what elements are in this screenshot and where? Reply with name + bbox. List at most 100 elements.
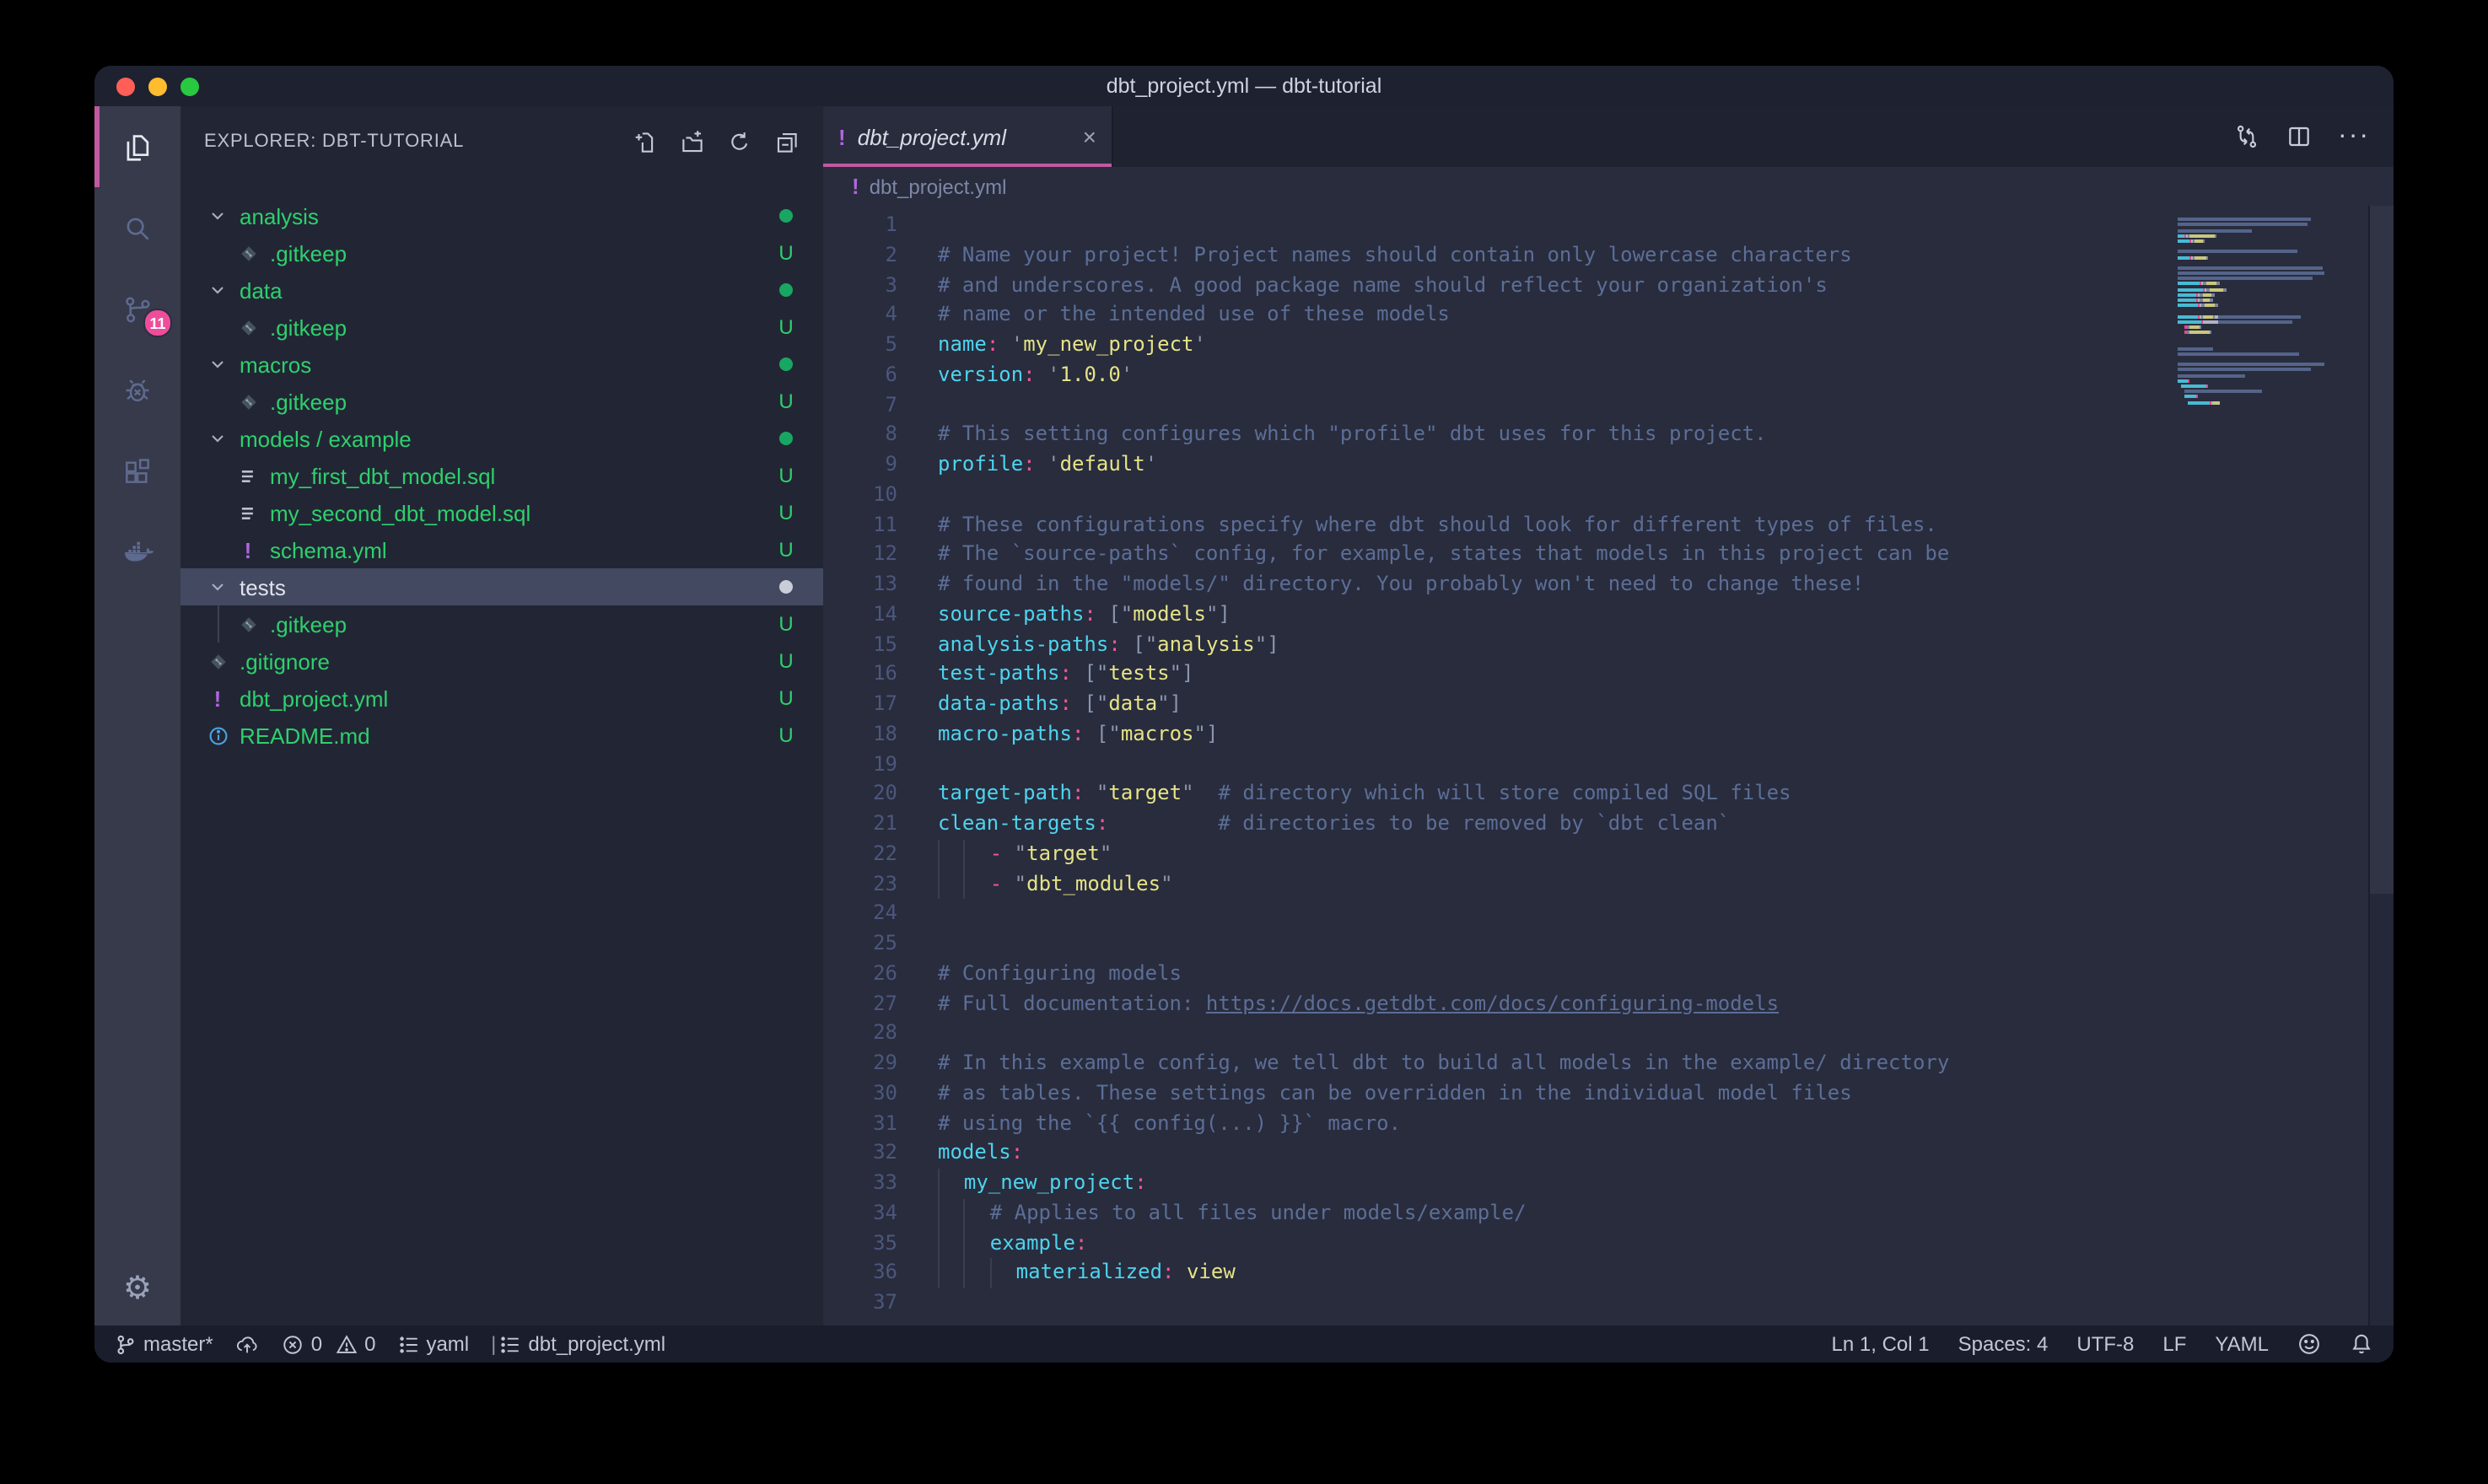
- cursor-position-item[interactable]: Ln 1, Col 1: [1832, 1332, 1930, 1356]
- line-number: 1: [823, 211, 897, 241]
- collapse-all-button[interactable]: [774, 129, 800, 154]
- code-line[interactable]: 12# The `source-paths` config, for examp…: [823, 540, 2174, 571]
- linter-file-item[interactable]: dbt_project.yml: [499, 1332, 665, 1356]
- tree-item-models-example[interactable]: models / example: [180, 420, 823, 457]
- tree-item--gitkeep[interactable]: .gitkeepU: [180, 234, 823, 272]
- tree-item-analysis[interactable]: analysis: [180, 197, 823, 234]
- encoding-item[interactable]: UTF-8: [2076, 1332, 2134, 1356]
- source-control-activity-button[interactable]: 11: [94, 268, 180, 349]
- breadcrumb[interactable]: ! dbt_project.yml: [823, 167, 2394, 206]
- code-line[interactable]: 19: [823, 750, 2174, 780]
- tree-item-dbt-project-yml[interactable]: !dbt_project.ymlU: [180, 680, 823, 717]
- file-tree: analysis.gitkeepUdata.gitkeepUmacros.git…: [180, 197, 823, 754]
- code-line[interactable]: 30# as tables. These settings can be ove…: [823, 1079, 2174, 1110]
- line-number: 29: [823, 1049, 897, 1079]
- code-line[interactable]: 18macro-paths: ["macros"]: [823, 720, 2174, 750]
- tab-close-icon[interactable]: ×: [1083, 125, 1096, 148]
- minimize-window-button[interactable]: [148, 77, 167, 95]
- run-debug-activity-button[interactable]: [94, 349, 180, 430]
- code-line[interactable]: 36materialized: view: [823, 1259, 2174, 1289]
- code-line[interactable]: 4# name or the intended use of these mod…: [823, 301, 2174, 331]
- list-icon: [499, 1333, 521, 1355]
- notifications-bell-icon[interactable]: [2350, 1332, 2373, 1356]
- sync-changes-item[interactable]: [235, 1331, 261, 1357]
- code-line[interactable]: 3# and underscores. A good package name …: [823, 271, 2174, 301]
- minimap[interactable]: [2178, 212, 2367, 411]
- code-line[interactable]: 21clean-targets: # directories to be rem…: [823, 809, 2174, 840]
- search-activity-button[interactable]: [94, 187, 180, 268]
- tree-item-data[interactable]: data: [180, 272, 823, 309]
- problems-item[interactable]: 0 0: [283, 1332, 376, 1356]
- code-editor[interactable]: 12# Name your project! Project names sho…: [823, 206, 2394, 1325]
- code-line[interactable]: 8# This setting configures which "profil…: [823, 421, 2174, 451]
- branch-icon: [115, 1333, 137, 1355]
- tree-item--gitignore[interactable]: .gitignoreU: [180, 643, 823, 680]
- code-line[interactable]: 17data-paths: ["data"]: [823, 690, 2174, 720]
- docker-activity-button[interactable]: [94, 511, 180, 592]
- code-line[interactable]: 15analysis-paths: ["analysis"]: [823, 630, 2174, 660]
- code-line[interactable]: 29# In this example config, we tell dbt …: [823, 1049, 2174, 1079]
- git-status-badge: U: [778, 612, 794, 636]
- tree-item-macros[interactable]: macros: [180, 346, 823, 383]
- close-window-button[interactable]: [116, 77, 135, 95]
- code-line[interactable]: 14source-paths: ["models"]: [823, 600, 2174, 631]
- code-line[interactable]: 24: [823, 900, 2174, 930]
- tree-item-label: my_first_dbt_model.sql: [270, 463, 767, 488]
- code-line[interactable]: 23- "dbt_modules": [823, 869, 2174, 900]
- zoom-window-button[interactable]: [180, 77, 199, 95]
- code-line[interactable]: 1: [823, 211, 2174, 241]
- code-line[interactable]: 28: [823, 1019, 2174, 1050]
- more-actions-button[interactable]: ···: [2338, 121, 2370, 152]
- feedback-smiley-icon[interactable]: [2297, 1332, 2321, 1356]
- tree-item--gitkeep[interactable]: .gitkeepU: [180, 383, 823, 420]
- code-line[interactable]: 7: [823, 390, 2174, 421]
- tree-item-label: tests: [240, 574, 767, 600]
- errors-icon: [283, 1333, 304, 1355]
- open-changes-button[interactable]: [2233, 123, 2260, 150]
- code-line[interactable]: 10: [823, 481, 2174, 511]
- code-line[interactable]: 35example:: [823, 1229, 2174, 1259]
- scrollbar-slider[interactable]: [2370, 206, 2394, 894]
- git-branch-item[interactable]: master*: [115, 1332, 213, 1356]
- code-line[interactable]: 6version: '1.0.0': [823, 361, 2174, 391]
- indentation-item[interactable]: Spaces: 4: [1958, 1332, 2049, 1356]
- tree-item--gitkeep[interactable]: .gitkeepU: [180, 605, 823, 643]
- code-line[interactable]: 11# These configurations specify where d…: [823, 510, 2174, 540]
- tree-item-readme-md[interactable]: README.mdU: [180, 717, 823, 754]
- code-line[interactable]: 32models:: [823, 1139, 2174, 1169]
- linter-yaml-item[interactable]: yaml: [397, 1332, 469, 1356]
- code-line[interactable]: 13# found in the "models/" directory. Yo…: [823, 570, 2174, 600]
- refresh-icon[interactable]: [727, 129, 752, 154]
- code-line[interactable]: 37: [823, 1288, 2174, 1319]
- language-mode-item[interactable]: YAML: [2215, 1332, 2269, 1356]
- tree-item-my-second-dbt-model-sql[interactable]: my_second_dbt_model.sqlU: [180, 494, 823, 531]
- code-line[interactable]: 5name: 'my_new_project': [823, 331, 2174, 361]
- tree-item-tests[interactable]: tests: [180, 568, 823, 605]
- tree-item-schema-yml[interactable]: !schema.ymlU: [180, 531, 823, 568]
- tab-dbt-project-yml[interactable]: ! dbt_project.yml ×: [823, 106, 1113, 167]
- code-line[interactable]: 9profile: 'default': [823, 450, 2174, 481]
- code-line[interactable]: 31# using the `{{ config(...) }}` macro.: [823, 1109, 2174, 1139]
- code-line[interactable]: 27# Full documentation: https://docs.get…: [823, 989, 2174, 1019]
- code-line[interactable]: 16test-paths: ["tests"]: [823, 660, 2174, 691]
- new-file-button[interactable]: [633, 129, 658, 154]
- editor-scrollbar[interactable]: [2368, 206, 2394, 1325]
- eol-item[interactable]: LF: [2162, 1332, 2186, 1356]
- code-line[interactable]: 25: [823, 929, 2174, 960]
- code-line[interactable]: 20target-path: "target" # directory whic…: [823, 780, 2174, 810]
- code-line[interactable]: 26# Configuring models: [823, 960, 2174, 990]
- code-line[interactable]: 2# Name your project! Project names shou…: [823, 241, 2174, 272]
- code-line[interactable]: 33my_new_project:: [823, 1169, 2174, 1199]
- code-line[interactable]: 34# Applies to all files under models/ex…: [823, 1199, 2174, 1229]
- extensions-activity-button[interactable]: [94, 430, 180, 511]
- new-folder-button[interactable]: [680, 129, 705, 154]
- extensions-icon: [121, 454, 153, 487]
- git-status-badge: U: [778, 649, 794, 673]
- status-separator: |: [491, 1332, 496, 1356]
- settings-gear-button[interactable]: ⚙: [94, 1251, 180, 1325]
- split-editor-button[interactable]: [2286, 123, 2313, 150]
- code-line[interactable]: 22- "target": [823, 840, 2174, 870]
- tree-item-my-first-dbt-model-sql[interactable]: my_first_dbt_model.sqlU: [180, 457, 823, 494]
- tree-item--gitkeep[interactable]: .gitkeepU: [180, 309, 823, 346]
- explorer-activity-button[interactable]: [94, 106, 180, 187]
